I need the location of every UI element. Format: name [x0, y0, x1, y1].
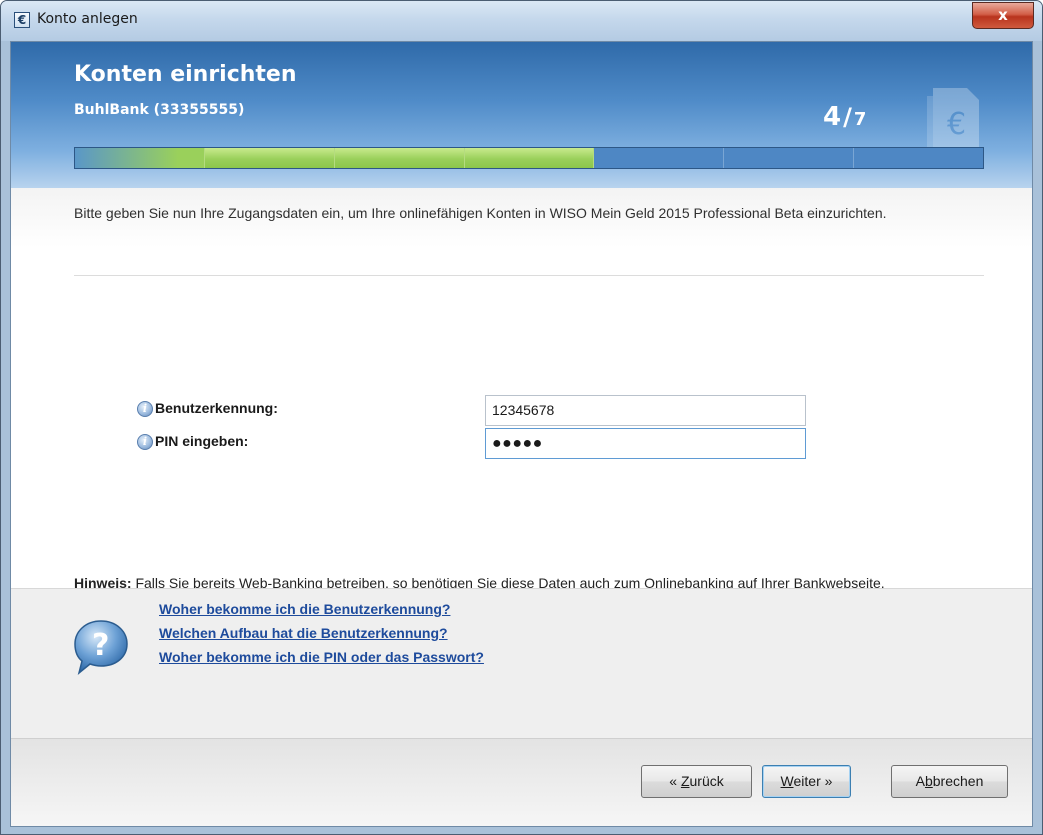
back-button-label: urück [689, 773, 724, 789]
banner-title: Konten einrichten [74, 62, 297, 87]
back-button-accesskey: Z [680, 773, 690, 789]
content-area: Bitte geben Sie nun Ihre Zugangsdaten ei… [11, 188, 1032, 591]
euro-icon: € [14, 12, 30, 28]
cancel-button-accesskey: b [924, 773, 933, 789]
info-icon[interactable]: i [137, 434, 153, 450]
progress-segment-pending [594, 148, 725, 168]
window-title: Konto anlegen [37, 11, 138, 27]
user-id-input[interactable]: 12345678 [485, 395, 806, 426]
question-bubble-icon: ? [74, 620, 128, 676]
intro-text: Bitte geben Sie nun Ihre Zugangsdaten ei… [74, 205, 887, 221]
help-link-pin-source[interactable]: Woher bekomme ich die PIN oder das Passw… [159, 649, 484, 665]
step-current: 4 [823, 102, 842, 132]
euro-document-icon: € [927, 88, 979, 152]
pin-label: PIN eingeben: [155, 433, 249, 449]
step-separator: / [843, 103, 852, 131]
cancel-button-label: brechen [932, 773, 984, 789]
progress-segment-done [334, 148, 465, 168]
cancel-button[interactable]: Abbrechen [891, 765, 1008, 798]
bank-name: BuhlBank (33355555) [74, 102, 245, 118]
help-panel: ? Woher bekomme ich die Benutzerkennung?… [11, 588, 1032, 739]
next-button-label: eiter [793, 773, 821, 789]
progress-segment-done [204, 148, 335, 168]
info-icon[interactable]: i [137, 401, 153, 417]
next-button-accesskey: W [780, 773, 794, 789]
help-link-user-id-source[interactable]: Woher bekomme ich die Benutzerkennung? [159, 601, 450, 617]
divider [74, 275, 984, 276]
progress-segment-pending [854, 148, 983, 168]
next-button[interactable]: Weiter » [762, 765, 851, 798]
back-button-arrow: « [669, 773, 681, 789]
cancel-button-label-start: A [915, 773, 925, 789]
pin-input[interactable]: ●●●●● [485, 428, 806, 459]
user-id-label: Benutzerkennung: [155, 400, 278, 416]
next-button-arrow: » [820, 773, 833, 789]
progress-segment-pending [724, 148, 855, 168]
pin-masked-value: ●●●●● [492, 435, 543, 452]
svg-text:?: ? [92, 628, 109, 663]
dialog-window: € Konto anlegen x Konten einrichten Buhl… [0, 0, 1043, 835]
title-bar[interactable]: € Konto anlegen x [1, 1, 1042, 41]
wizard-banner: Konten einrichten BuhlBank (33355555) 4/… [11, 42, 1032, 188]
progress-segment-done [75, 148, 205, 168]
dialog-client: Konten einrichten BuhlBank (33355555) 4/… [10, 41, 1033, 827]
svg-text:€: € [947, 107, 966, 142]
help-link-user-id-format[interactable]: Welchen Aufbau hat die Benutzerkennung? [159, 625, 448, 641]
close-button[interactable]: x [972, 2, 1034, 29]
step-total: 7 [853, 109, 867, 130]
back-button[interactable]: « Zurück [641, 765, 752, 798]
progress-bar [74, 147, 984, 169]
step-indicator: 4/7 [823, 102, 866, 132]
button-bar: « Zurück Weiter » Abbrechen [11, 738, 1032, 826]
progress-segment-done [464, 148, 595, 168]
